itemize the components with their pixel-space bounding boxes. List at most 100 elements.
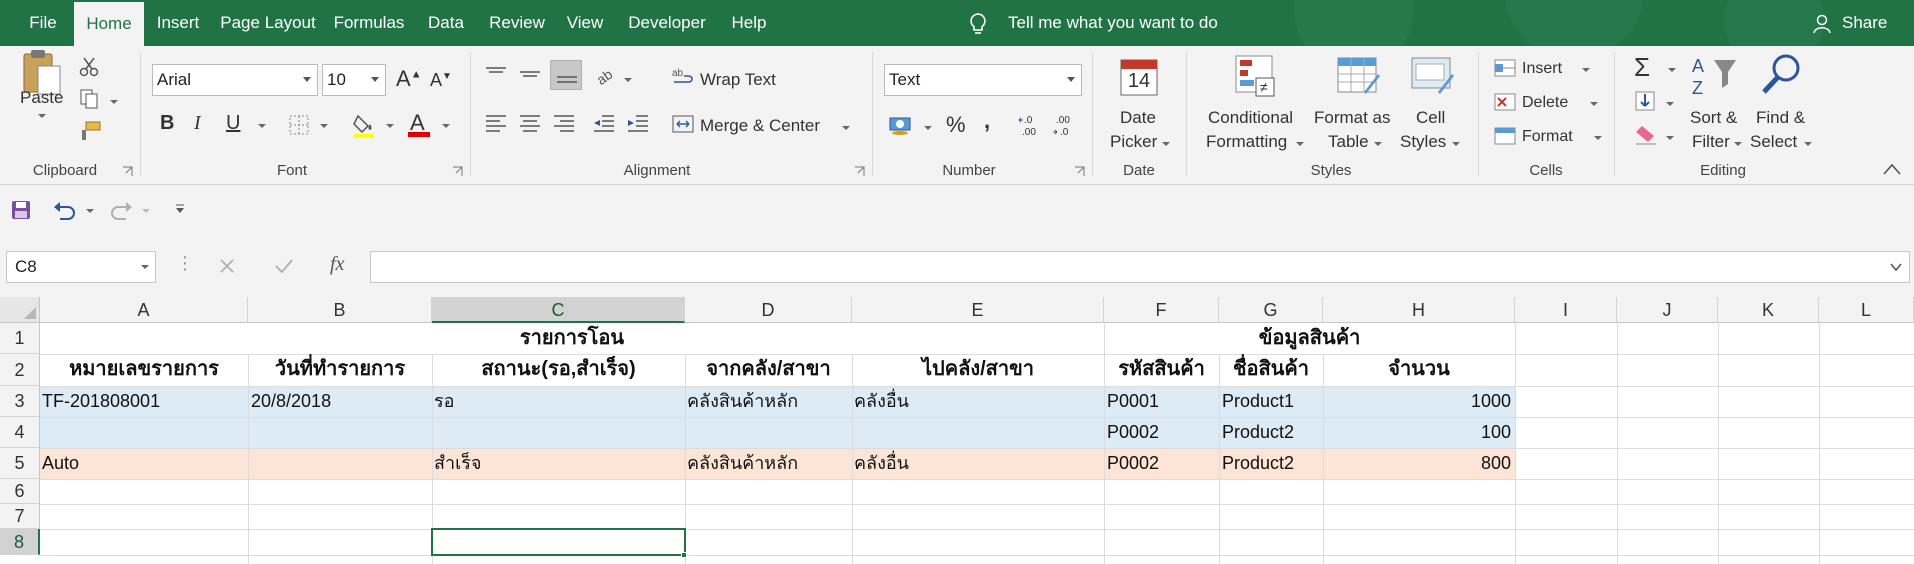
cell-c5[interactable]: สำเร็จ [434,448,481,478]
cell-styles-label-1[interactable]: Cell [1416,108,1445,128]
row-header-4[interactable]: 4 [0,417,40,448]
font-launcher-icon[interactable] [452,166,463,177]
format-dropdown-icon[interactable] [1594,136,1602,140]
column-header-e[interactable]: E [852,297,1104,323]
cell-f4[interactable]: P0002 [1107,417,1159,447]
cancel-icon[interactable] [218,257,236,275]
find-select-label-1[interactable]: Find & [1756,108,1805,128]
sort-filter-icon[interactable]: A Z [1690,54,1738,100]
cell-h3[interactable]: 1000 [1323,386,1511,416]
redo-icon[interactable] [108,199,134,221]
undo-dropdown-icon[interactable] [86,209,94,213]
cell-e3[interactable]: คลังอื่น [854,386,909,416]
clear-dropdown-icon[interactable] [1666,136,1674,140]
align-middle-icon[interactable] [518,64,542,84]
format-as-table-label-2[interactable]: Table [1328,132,1369,152]
row-header-7[interactable]: 7 [0,504,40,529]
format-painter-icon[interactable] [78,120,102,142]
clipboard-launcher-icon[interactable] [122,166,133,177]
sort-filter-label-2[interactable]: Filter [1692,132,1730,152]
cell-d2[interactable]: จากคลัง/สาขา [685,354,852,386]
row-header-6[interactable]: 6 [0,479,40,504]
sort-filter-dropdown-icon[interactable] [1734,142,1742,146]
delete-dropdown-icon[interactable] [1590,102,1598,106]
cell-g3[interactable]: Product1 [1222,386,1294,416]
insert-function-button[interactable]: fx [330,253,344,276]
cell-styles-label-2[interactable]: Styles [1400,132,1446,152]
customize-toolbar-icon[interactable] [174,203,186,215]
cell-h5[interactable]: 800 [1323,448,1511,478]
cell-g2[interactable]: ชื่อสินค้า [1219,354,1323,386]
find-select-dropdown-icon[interactable] [1804,142,1812,146]
row-header-2[interactable]: 2 [0,354,40,386]
align-center-icon[interactable] [518,112,542,134]
cell-styles-icon[interactable] [1410,54,1456,98]
font-name-select[interactable]: Arial [152,64,318,96]
tab-review[interactable]: Review [482,0,552,46]
fill-icon[interactable] [1634,90,1656,112]
align-left-icon[interactable] [484,112,508,134]
underline-dropdown-icon[interactable] [258,124,266,128]
accounting-dropdown-icon[interactable] [924,126,932,130]
italic-button[interactable]: I [194,112,201,135]
decrease-indent-icon[interactable] [592,112,616,134]
cell-d5[interactable]: คลังสินค้าหลัก [687,448,798,478]
cell-h2[interactable]: จำนวน [1323,354,1515,386]
column-header-g[interactable]: G [1219,297,1323,323]
column-header-f[interactable]: F [1104,297,1219,323]
row-header-1[interactable]: 1 [0,323,40,354]
insert-cells-button[interactable]: Insert [1522,60,1562,78]
autosum-dropdown-icon[interactable] [1668,68,1676,72]
underline-button[interactable]: U [226,112,240,135]
format-as-table-label-1[interactable]: Format as [1314,108,1391,128]
grow-font-icon[interactable]: A▲ [396,66,422,92]
cell-e2[interactable]: ไปคลัง/สาขา [852,354,1104,386]
number-launcher-icon[interactable] [1074,166,1085,177]
date-picker-dropdown-icon[interactable] [1162,142,1170,146]
row-header-8[interactable]: 8 [0,529,40,555]
sort-filter-label-1[interactable]: Sort & [1690,108,1737,128]
decrease-decimal-icon[interactable]: .00.0 [1052,112,1080,138]
column-header-b[interactable]: B [248,297,432,323]
paste-button[interactable]: Paste [20,88,63,108]
fill-dropdown-icon[interactable] [1666,102,1674,106]
find-select-icon[interactable] [1758,52,1804,98]
cell-a2[interactable]: หมายเลขรายการ [40,354,248,386]
orientation-icon[interactable]: ab [594,64,618,88]
cell-g5[interactable]: Product2 [1222,448,1294,478]
cut-icon[interactable] [78,56,100,78]
undo-icon[interactable] [52,199,78,221]
paste-dropdown-icon[interactable] [38,114,46,118]
name-box[interactable]: C8 [6,251,156,283]
cell-f5[interactable]: P0002 [1107,448,1159,478]
fill-color-icon[interactable] [352,112,376,138]
tab-home[interactable]: Home [74,2,144,46]
cell-d3[interactable]: คลังสินค้าหลัก [687,386,798,416]
tab-help[interactable]: Help [724,0,774,46]
save-icon[interactable] [10,199,32,221]
cell-a5[interactable]: Auto [42,448,79,478]
column-header-h[interactable]: H [1323,297,1515,323]
formula-input[interactable] [370,251,1910,283]
column-header-k[interactable]: K [1718,297,1819,323]
conditional-formatting-label-1[interactable]: Conditional [1208,108,1293,128]
align-right-icon[interactable] [552,112,576,134]
percent-button[interactable]: % [946,112,966,138]
align-bottom-button[interactable] [550,60,582,90]
autosum-icon[interactable]: Σ [1634,52,1650,83]
format-table-dropdown-icon[interactable] [1374,142,1382,146]
shrink-font-icon[interactable]: A▼ [430,70,452,91]
cell-c2[interactable]: สถานะ(รอ,สำเร็จ) [432,354,685,386]
increase-indent-icon[interactable] [626,112,650,134]
column-header-d[interactable]: D [685,297,852,323]
number-format-select[interactable]: Text [884,64,1082,96]
bold-button[interactable]: B [160,112,174,135]
tab-formulas[interactable]: Formulas [328,0,410,46]
borders-dropdown-icon[interactable] [320,124,328,128]
delete-cells-button[interactable]: Delete [1522,94,1568,112]
fill-handle[interactable] [681,552,687,558]
font-color-icon[interactable]: A [406,110,432,138]
cell-f3[interactable]: P0001 [1107,386,1159,416]
select-all-corner[interactable] [0,297,40,323]
redo-dropdown-icon[interactable] [142,209,150,213]
